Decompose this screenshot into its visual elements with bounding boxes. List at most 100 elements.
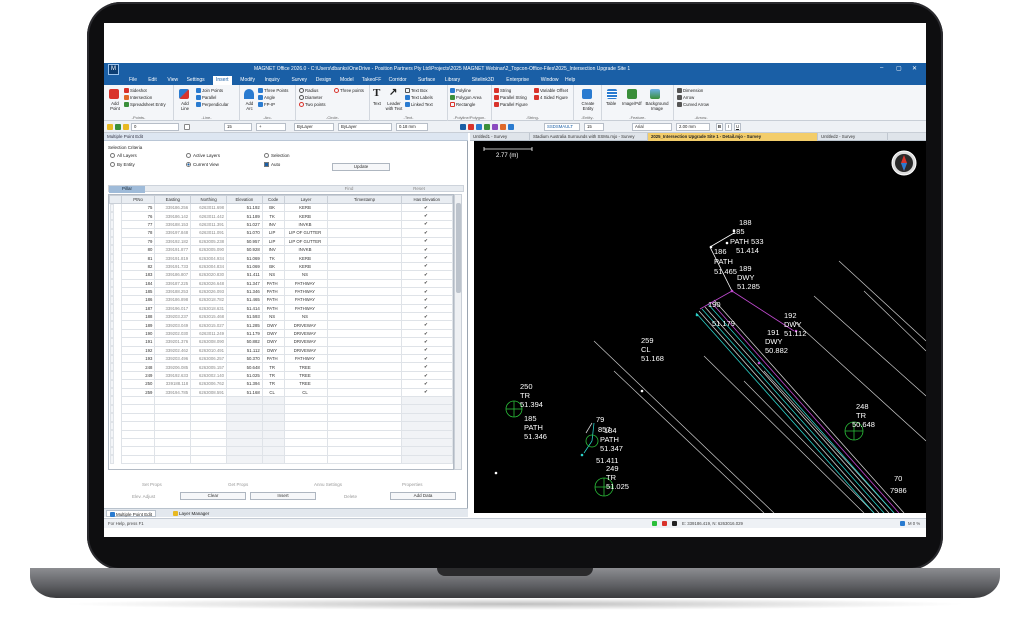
table-cell[interactable] <box>400 395 453 406</box>
row-selector[interactable] <box>109 211 114 221</box>
get-props-button[interactable]: Get Props <box>228 482 248 487</box>
three-points-circle-button[interactable]: Three points <box>334 88 364 93</box>
table-cell[interactable]: 82 <box>120 261 156 272</box>
table-cell[interactable]: PATH <box>261 295 285 305</box>
table-cell[interactable]: CL <box>283 387 329 398</box>
table-cell[interactable]: 189 <box>120 320 156 330</box>
menu-sitelink3d[interactable]: Sitelink3D <box>469 77 498 83</box>
table-cell[interactable]: ✔ <box>400 236 453 246</box>
active-layers-radio[interactable]: Active Layers <box>186 153 220 158</box>
scrollbar-thumb[interactable] <box>456 203 461 293</box>
table-row[interactable]: 82 339191.733 6263004.834 51.069 BK KERB ✔ <box>109 261 453 272</box>
dimension-button[interactable]: Dimension <box>677 88 703 93</box>
table-cell[interactable]: ✔ <box>400 219 453 230</box>
row-selector[interactable] <box>109 270 114 280</box>
table-cell[interactable] <box>400 429 453 439</box>
image-pdf-button[interactable]: Image/Pdf <box>622 101 642 106</box>
table-cell[interactable]: PATHWAY <box>283 278 329 288</box>
table-cell[interactable]: TK <box>261 253 285 263</box>
table-cell[interactable] <box>327 202 402 213</box>
table-cell[interactable]: 6263004.934 <box>190 253 228 263</box>
table-cell[interactable]: 51.411 <box>226 270 263 280</box>
parallel-string-button[interactable]: Parallel String <box>494 95 527 100</box>
join-points-button[interactable]: Join Points <box>196 88 223 93</box>
three-points-arc-button[interactable]: Three Points <box>258 88 288 93</box>
minimize-button[interactable]: – <box>880 65 883 71</box>
table-cell[interactable] <box>261 429 285 439</box>
create-entity-button[interactable]: Create Entity <box>576 101 600 111</box>
table-cell[interactable]: PATH <box>261 286 285 297</box>
menu-library[interactable]: Library <box>442 77 463 83</box>
table-cell[interactable] <box>190 446 228 456</box>
fp-ip-button[interactable]: FP-IP <box>258 102 275 107</box>
table-cell[interactable]: DWY <box>261 337 285 347</box>
perpendicular-button[interactable]: Perpendicular <box>196 102 229 107</box>
table-cell[interactable]: 51.025 <box>226 370 263 381</box>
table-cell[interactable]: 339196.017 <box>154 303 192 314</box>
row-selector[interactable] <box>109 413 114 422</box>
table-cell[interactable] <box>327 421 402 431</box>
row-selector[interactable] <box>109 379 114 389</box>
table-cell[interactable]: 339187.225 <box>154 278 192 288</box>
row-selector[interactable] <box>109 346 114 355</box>
annu-settings-button[interactable]: Annu Settings <box>314 482 342 487</box>
table-cell[interactable] <box>327 303 402 314</box>
parallel-figure-button[interactable]: Parallel Figure <box>494 102 528 107</box>
tab-reset[interactable]: Reset <box>399 186 439 193</box>
parallel-button[interactable]: Parallel <box>196 95 216 100</box>
set-props-button[interactable]: Set Props <box>142 482 162 487</box>
osnap-icon[interactable] <box>508 124 514 130</box>
linetype-bylayer-select[interactable]: ByLayer <box>338 123 392 131</box>
table-cell[interactable] <box>190 454 228 465</box>
table-cell[interactable] <box>327 253 402 263</box>
table-cell[interactable]: 6263011.698 <box>190 202 228 213</box>
lineweight-select[interactable]: 15 <box>224 123 252 131</box>
table-cell[interactable]: 50.648 <box>226 362 263 372</box>
table-cell[interactable] <box>283 454 329 465</box>
table-cell[interactable]: ✔ <box>400 345 453 356</box>
table-cell[interactable] <box>327 278 402 288</box>
menu-modify[interactable]: Modify <box>237 77 258 83</box>
table-cell[interactable]: 6263015.468 <box>190 312 228 322</box>
table-cell[interactable]: NS <box>283 312 329 322</box>
table-cell[interactable]: 6263008.090 <box>190 337 228 347</box>
table-cell[interactable]: ✔ <box>400 286 453 297</box>
table-cell[interactable]: 50.957 <box>226 236 263 246</box>
table-cell[interactable] <box>400 437 453 448</box>
row-selector[interactable] <box>109 362 114 372</box>
table-cell[interactable] <box>283 395 329 406</box>
table-cell[interactable]: ✔ <box>400 370 453 381</box>
add-point-button[interactable]: Add Point <box>107 101 123 111</box>
column-header-easting[interactable]: Easting <box>154 195 192 204</box>
row-selector[interactable] <box>109 237 114 246</box>
table-cell[interactable]: 250 <box>120 379 156 389</box>
layer-visible-icon[interactable] <box>115 124 121 130</box>
table-cell[interactable]: ✔ <box>400 253 453 263</box>
table-cell[interactable] <box>226 446 263 456</box>
add-arc-button[interactable]: Add Arc <box>242 101 257 111</box>
table-cell[interactable] <box>190 404 228 414</box>
table-cell[interactable]: 79 <box>120 236 156 246</box>
table-cell[interactable]: 339186.142 <box>154 211 192 221</box>
elev-adjust-button[interactable]: Elev. Adjust <box>132 494 155 499</box>
table-cell[interactable]: INVKB <box>283 244 329 255</box>
row-selector[interactable] <box>109 337 114 347</box>
table-cell[interactable] <box>327 337 402 347</box>
table-button[interactable]: Table <box>606 101 616 106</box>
background-image-button[interactable]: Background Image <box>643 101 671 111</box>
table-cell[interactable] <box>120 404 156 414</box>
table-cell[interactable]: TREE <box>283 362 329 372</box>
table-cell[interactable]: 51.346 <box>226 286 263 297</box>
table-cell[interactable] <box>327 261 402 272</box>
table-cell[interactable] <box>226 412 263 423</box>
table-cell[interactable]: ✔ <box>400 202 453 213</box>
table-cell[interactable]: ✔ <box>400 387 453 398</box>
table-cell[interactable]: 339203.049 <box>154 320 192 330</box>
table-cell[interactable]: TR <box>261 362 285 372</box>
table-cell[interactable]: TREE <box>283 379 329 389</box>
auto-checkbox[interactable]: Auto <box>264 162 280 167</box>
table-cell[interactable]: ✔ <box>400 379 453 389</box>
table-cell[interactable] <box>283 437 329 448</box>
table-cell[interactable] <box>120 395 156 406</box>
table-cell[interactable]: 190 <box>120 328 156 339</box>
